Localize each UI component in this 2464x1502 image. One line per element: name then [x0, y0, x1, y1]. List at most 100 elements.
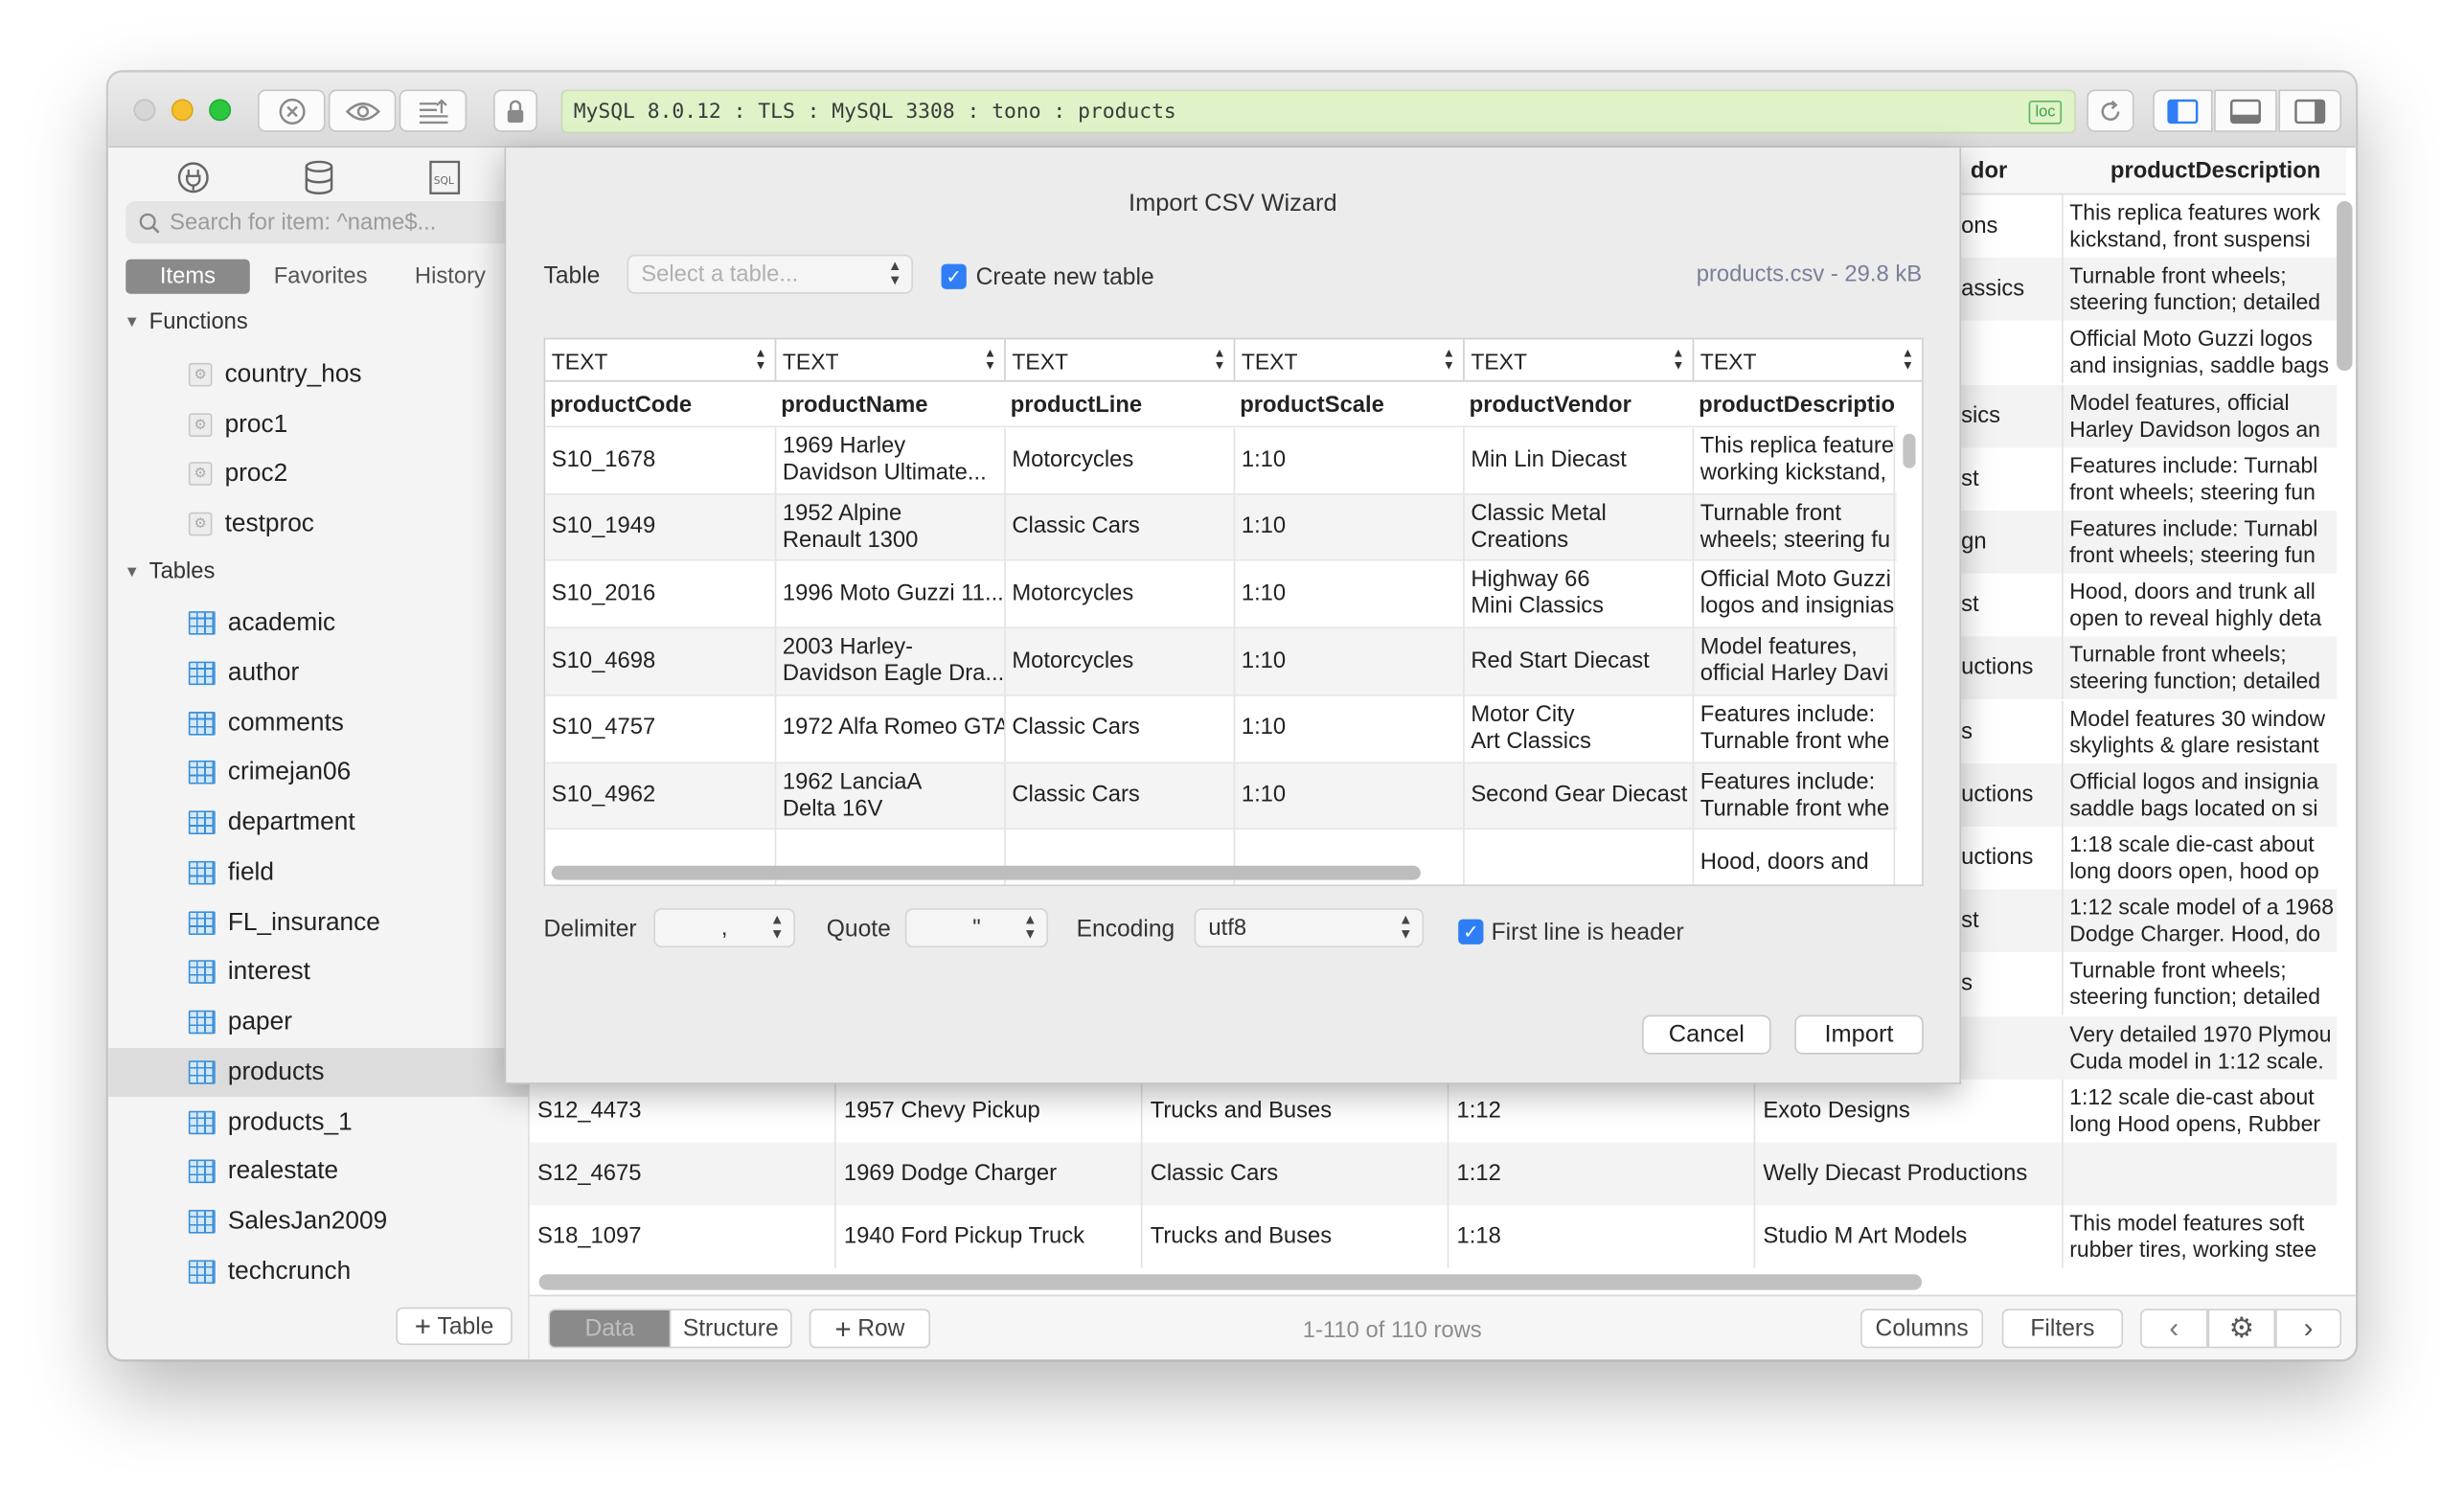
cell-productname[interactable]: 1940 Ford Pickup Truck — [836, 1205, 1143, 1268]
cell-productdescription[interactable]: Turnable front wheels; steering function;… — [2064, 637, 2339, 700]
sql-console-button[interactable] — [399, 89, 468, 132]
create-new-table-checkbox[interactable]: ✓ — [941, 263, 967, 289]
toggle-bottom-panel-button[interactable] — [2214, 89, 2277, 132]
tables-group[interactable]: ▼ Tables — [125, 559, 216, 584]
stop-button[interactable] — [258, 89, 326, 132]
columns-button[interactable]: Columns — [1860, 1309, 1984, 1349]
filters-button[interactable]: Filters — [2001, 1309, 2124, 1349]
quote-select[interactable]: " ▲ ▼ — [904, 908, 1049, 948]
cell-productvendor[interactable] — [1961, 321, 2064, 384]
column-type-select[interactable]: TEXT ▲ ▼ — [1465, 339, 1695, 382]
cell-productvendor[interactable]: Studio M Art Models — [1755, 1205, 2064, 1268]
sidebar-item-table[interactable]: interest — [108, 947, 530, 996]
cell-productvendor[interactable]: st — [1961, 447, 2064, 511]
plug-icon[interactable] — [176, 160, 211, 202]
minimize-window-button[interactable] — [171, 99, 194, 122]
toggle-left-panel-button[interactable] — [2153, 89, 2213, 132]
cell-productline[interactable]: Trucks and Buses — [1142, 1205, 1449, 1268]
cell-productline[interactable]: Trucks and Buses — [1142, 1079, 1449, 1143]
close-window-button[interactable] — [133, 99, 156, 122]
column-type-select[interactable]: TEXT ▲ ▼ — [545, 339, 777, 382]
sidebar-search-input[interactable]: Search for item: ^name$... — [125, 200, 519, 244]
cell-productvendor[interactable]: ons — [1961, 194, 2064, 259]
preview-button[interactable] — [328, 89, 397, 132]
cell-productdescription[interactable]: Official Moto Guzzi logos and insignias, … — [2064, 321, 2339, 384]
add-table-button[interactable]: + Table — [396, 1307, 513, 1346]
cell-productvendor[interactable]: Welly Diecast Productions — [1755, 1142, 2064, 1206]
tab-history[interactable]: History — [391, 260, 509, 294]
table-select[interactable]: Select a table... ▲ ▼ — [627, 254, 914, 294]
sidebar-item-table[interactable]: realestate — [108, 1147, 530, 1195]
sidebar-item-table[interactable]: FL_insurance — [108, 899, 530, 947]
cell-productdescription[interactable]: Official logos and insignia saddle bags l… — [2064, 763, 2339, 827]
previous-page-button[interactable]: ‹ — [2140, 1309, 2208, 1349]
cell-productcode[interactable]: S18_1097 — [530, 1205, 836, 1268]
maximize-window-button[interactable] — [209, 99, 232, 122]
tab-items[interactable]: Items — [125, 259, 250, 294]
sidebar-item-function[interactable]: ⚙ testproc — [108, 500, 530, 549]
cell-productname[interactable]: 1957 Chevy Pickup — [836, 1079, 1143, 1143]
sidebar-item-table[interactable]: crimejan06 — [108, 748, 530, 797]
database-icon[interactable] — [304, 160, 335, 202]
sidebar-item-function[interactable]: ⚙ proc1 — [108, 400, 530, 449]
column-header-productvendor[interactable]: dor — [1961, 148, 2064, 195]
sidebar-item-table[interactable]: field — [108, 849, 530, 898]
sidebar-item-table[interactable]: department — [108, 798, 530, 847]
table-row[interactable]: S18_1097 1940 Ford Pickup Truck Trucks a… — [530, 1205, 2337, 1268]
horizontal-scrollbar[interactable] — [538, 1274, 1923, 1290]
cell-productdescription[interactable]: 1:18 scale die-cast about long doors open… — [2064, 827, 2339, 890]
cell-productdescription[interactable]: Hood, doors and trunk all open to reveal … — [2064, 574, 2339, 637]
vertical-scrollbar[interactable] — [2337, 200, 2353, 372]
cell-productscale[interactable]: 1:18 — [1449, 1205, 1756, 1268]
cell-productline[interactable]: Classic Cars — [1142, 1142, 1449, 1206]
refresh-button[interactable] — [2087, 89, 2134, 132]
import-button[interactable]: Import — [1794, 1014, 1924, 1055]
cell-productdescription[interactable]: Features include: Turnabl front wheels; s… — [2064, 511, 2339, 574]
cell-productdescription[interactable]: Turnable front wheels; steering function;… — [2064, 258, 2339, 321]
sidebar-item-table-selected[interactable]: products — [108, 1048, 530, 1097]
sidebar-item-function[interactable]: ⚙ proc2 — [108, 449, 530, 498]
next-page-button[interactable]: › — [2275, 1309, 2342, 1349]
cell-productdescription[interactable]: 1:12 scale model of a 1968 Dodge Charger.… — [2064, 890, 2339, 953]
toggle-right-panel-button[interactable] — [2278, 89, 2342, 132]
table-row[interactable]: S12_4473 1957 Chevy Pickup Trucks and Bu… — [530, 1079, 2337, 1143]
preview-vertical-scrollbar[interactable] — [1903, 433, 1916, 468]
connection-address-bar[interactable]: MySQL 8.0.12 : TLS : MySQL 3308 : tono :… — [560, 89, 2076, 134]
cell-productdescription[interactable]: Features include: Turnabl front wheels; s… — [2064, 447, 2339, 511]
settings-button[interactable]: ⚙ — [2207, 1309, 2276, 1349]
encoding-select[interactable]: utf8 ▲ ▼ — [1194, 908, 1425, 948]
column-type-select[interactable]: TEXT ▲ ▼ — [776, 339, 1006, 382]
first-line-header-checkbox[interactable]: ✓ — [1458, 919, 1484, 944]
functions-group[interactable]: ▼ Functions — [125, 309, 248, 334]
sidebar-item-table[interactable]: comments — [108, 699, 530, 748]
lock-button[interactable] — [493, 89, 537, 132]
cell-productscale[interactable]: 1:12 — [1449, 1142, 1756, 1206]
cell-productvendor[interactable]: gn — [1961, 511, 2064, 574]
sidebar-item-table[interactable]: author — [108, 649, 530, 697]
sidebar-item-table[interactable]: products_1 — [108, 1099, 530, 1148]
cell-productcode[interactable]: S12_4675 — [530, 1142, 836, 1206]
sidebar-item-function[interactable]: ⚙ country_hos — [108, 351, 530, 399]
column-header-productdescription[interactable]: productDescription — [2063, 148, 2346, 195]
csv-preview-table[interactable]: TEXT ▲ ▼ TEXT ▲ ▼ TEXT ▲ ▼ TEXT ▲ ▼ TEXT ▲ ▼ TEXT ▲… — [543, 337, 1924, 887]
tab-favorites[interactable]: Favorites — [258, 260, 383, 294]
cell-productvendor[interactable]: st — [1961, 889, 2064, 953]
cell-productdescription[interactable]: Turnable front wheels; steering function;… — [2064, 953, 2339, 1016]
cell-productvendor[interactable]: uctions — [1961, 762, 2064, 827]
column-type-select[interactable]: TEXT ▲ ▼ — [1694, 339, 1923, 382]
cell-productvendor[interactable]: uctions — [1961, 636, 2064, 700]
cell-productname[interactable]: 1969 Dodge Charger — [836, 1142, 1143, 1206]
cell-productvendor[interactable]: assics — [1961, 258, 2064, 321]
cell-productvendor[interactable]: s — [1961, 699, 2064, 763]
tab-structure[interactable]: Structure — [669, 1309, 792, 1349]
cell-productvendor[interactable]: uctions — [1961, 826, 2064, 890]
cell-productdescription[interactable]: This replica features work kickstand, fro… — [2064, 194, 2339, 258]
cell-productdescription[interactable]: Model features, official Harley Davidson … — [2064, 384, 2339, 447]
column-type-select[interactable]: TEXT ▲ ▼ — [1006, 339, 1236, 382]
cell-productvendor[interactable]: Exoto Designs — [1755, 1079, 2064, 1143]
cancel-button[interactable]: Cancel — [1642, 1014, 1771, 1055]
add-row-button[interactable]: + Row — [809, 1309, 931, 1349]
cell-productvendor[interactable]: st — [1961, 574, 2064, 637]
cell-productcode[interactable]: S12_4473 — [530, 1079, 836, 1143]
cell-productscale[interactable]: 1:12 — [1449, 1079, 1756, 1143]
